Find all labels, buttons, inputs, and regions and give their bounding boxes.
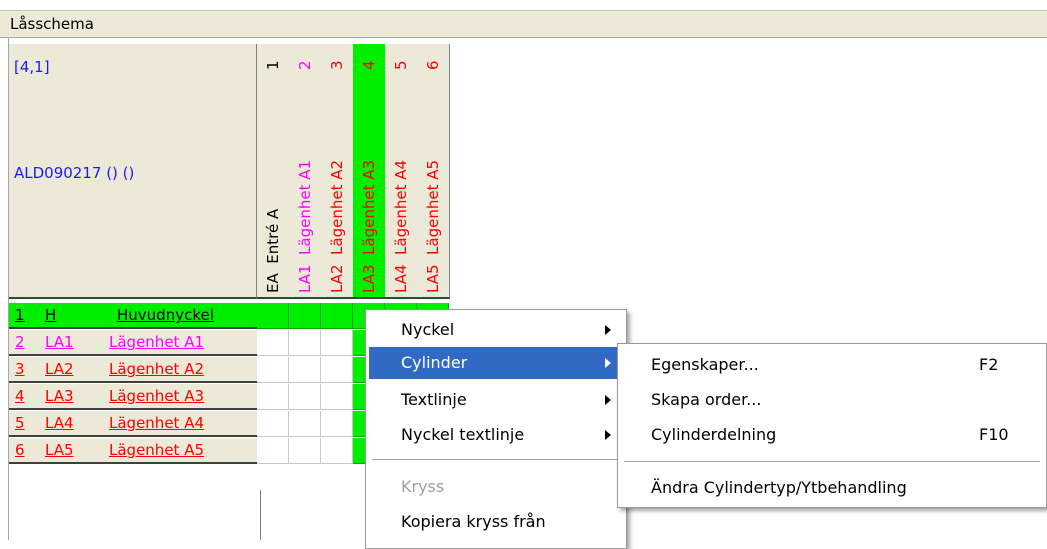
grid-cell[interactable] [321, 357, 353, 383]
grid-cell[interactable] [257, 357, 289, 383]
grid-cell[interactable] [289, 438, 321, 464]
grid-cell[interactable] [257, 438, 289, 464]
column-number: 4 [360, 60, 378, 70]
row-number: 1 [15, 306, 25, 324]
menu-item-label: Kopiera kryss från [401, 512, 546, 531]
column-name: LA1 Lägenhet A1 [296, 159, 314, 293]
column-header[interactable]: 4 LA3 Lägenhet A3 [353, 44, 386, 299]
context-menu: Nyckel Cylinder Textlinje Nyckel textlin… [365, 309, 627, 549]
submenu-arrow-icon [605, 358, 611, 368]
row-header[interactable]: 1 H Huvudnyckel [9, 303, 257, 329]
shortcut-label: F2 [979, 355, 999, 374]
menu-item-label: Ändra Cylindertyp/Ytbehandling [651, 478, 907, 497]
left-margin [0, 38, 9, 540]
row-header[interactable]: 4 LA3 Lägenhet A3 [9, 384, 257, 410]
row-name: Lägenhet A1 [109, 333, 204, 351]
menu-item-egenskaper[interactable]: Egenskaper... F2 [621, 349, 1045, 381]
row-name: Lägenhet A2 [109, 360, 204, 378]
grid-cell[interactable] [289, 303, 321, 329]
menu-item-nyckel[interactable]: Nyckel [369, 314, 623, 346]
window-title: Låsschema [10, 15, 94, 33]
cylinder-submenu: Egenskaper... F2 Skapa order... Cylinder… [617, 343, 1047, 508]
column-number: 2 [296, 60, 314, 70]
menu-item-label: Skapa order... [651, 390, 762, 409]
column-header[interactable]: 5 LA4 Lägenhet A4 [385, 44, 418, 299]
row-header[interactable]: 2 LA1 Lägenhet A1 [9, 330, 257, 356]
menu-item-label: Nyckel textlinje [401, 425, 525, 444]
corner-info-panel: [4,1] ALD090217 () () [9, 44, 257, 299]
grid-cell[interactable] [257, 384, 289, 410]
column-name: LA2 Lägenhet A2 [328, 159, 346, 293]
column-name: EA Entré A [264, 208, 282, 293]
grid-cell[interactable] [289, 411, 321, 437]
grid-cell[interactable] [257, 411, 289, 437]
menu-separator [372, 459, 620, 461]
row-name: Lägenhet A4 [109, 414, 204, 432]
column-name: LA4 Lägenhet A4 [392, 159, 410, 293]
column-header[interactable]: 1 EA Entré A [257, 44, 290, 299]
column-number: 6 [424, 60, 442, 70]
row-number: 3 [15, 360, 25, 378]
grid-cell[interactable] [289, 330, 321, 356]
menu-separator [624, 461, 1040, 463]
submenu-arrow-icon [605, 395, 611, 405]
menu-item-label: Cylinder [401, 353, 468, 372]
menu-item-kryss[interactable]: Kryss [369, 471, 623, 503]
column-header[interactable]: 2 LA1 Lägenhet A1 [289, 44, 322, 299]
menu-item-textlinje[interactable]: Textlinje [369, 384, 623, 416]
row-name: Lägenhet A3 [109, 387, 204, 405]
row-code: LA2 [45, 360, 74, 378]
empty-area [9, 490, 261, 540]
grid-cell[interactable] [321, 303, 353, 329]
column-number: 1 [264, 60, 282, 70]
row-number: 5 [15, 414, 25, 432]
menu-item-nyckel-textlinje[interactable]: Nyckel textlinje [369, 419, 623, 451]
shortcut-label: F10 [979, 425, 1009, 444]
grid-cell[interactable] [321, 438, 353, 464]
row-name: Lägenhet A5 [109, 441, 204, 459]
row-code: H [45, 306, 57, 324]
row-name: Huvudnyckel [117, 306, 214, 324]
grid-cell[interactable] [321, 384, 353, 410]
row-code: LA5 [45, 441, 74, 459]
submenu-arrow-icon [605, 430, 611, 440]
grid-cell[interactable] [289, 357, 321, 383]
column-name: LA3 Lägenhet A3 [360, 159, 378, 293]
row-header[interactable]: 6 LA5 Lägenhet A5 [9, 438, 257, 464]
system-name: ALD090217 () () [14, 164, 135, 182]
menu-item-cylinderdelning[interactable]: Cylinderdelning F10 [621, 419, 1045, 451]
row-code: LA1 [45, 333, 74, 351]
column-header[interactable]: 6 LA5 Lägenhet A5 [417, 44, 450, 299]
menu-item-label: Textlinje [401, 390, 467, 409]
grid-cell[interactable] [257, 330, 289, 356]
menu-item-cylinder[interactable]: Cylinder [369, 347, 623, 379]
cell-coordinate: [4,1] [14, 58, 50, 76]
menu-item-label: Cylinderdelning [651, 425, 777, 444]
row-header[interactable]: 5 LA4 Lägenhet A4 [9, 411, 257, 437]
row-header[interactable]: 3 LA2 Lägenhet A2 [9, 357, 257, 383]
row-number: 2 [15, 333, 25, 351]
window-titlebar: Låsschema [0, 10, 1047, 38]
menu-item-andra-cylindertyp[interactable]: Ändra Cylindertyp/Ytbehandling [621, 472, 1045, 504]
grid-cell[interactable] [257, 303, 289, 329]
row-code: LA4 [45, 414, 74, 432]
grid-cell[interactable] [321, 330, 353, 356]
menu-item-label: Egenskaper... [651, 355, 759, 374]
column-name: LA5 Lägenhet A5 [424, 159, 442, 293]
menu-item-label: Kryss [401, 477, 445, 496]
grid-cell[interactable] [321, 411, 353, 437]
column-number: 3 [328, 60, 346, 70]
row-number: 4 [15, 387, 25, 405]
submenu-arrow-icon [605, 325, 611, 335]
column-number: 5 [392, 60, 410, 70]
menu-item-label: Nyckel [401, 320, 455, 339]
row-number: 6 [15, 441, 25, 459]
top-strip [0, 0, 1047, 10]
column-header[interactable]: 3 LA2 Lägenhet A2 [321, 44, 354, 299]
row-code: LA3 [45, 387, 74, 405]
menu-item-kopiera-kryss[interactable]: Kopiera kryss från [369, 506, 623, 538]
menu-item-skapa-order[interactable]: Skapa order... [621, 384, 1045, 416]
grid-cell[interactable] [289, 384, 321, 410]
